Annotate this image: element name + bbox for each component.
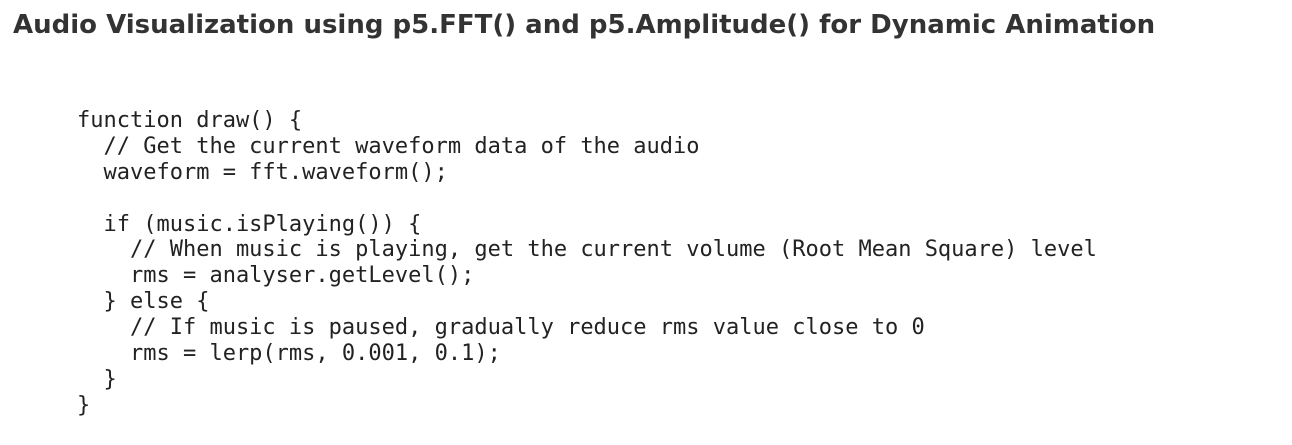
code-line: waveform = fft.waveform(); [77,159,448,185]
code-block: function draw() { // Get the current wav… [77,108,1097,419]
code-line: } else { [77,289,210,315]
code-line: // If music is paused, gradually reduce … [77,315,925,341]
code-line: function draw() { [77,108,303,133]
code-line: // Get the current waveform data of the … [77,133,700,159]
code-line: rms = analyser.getLevel(); [77,263,475,289]
page-title: Audio Visualization using p5.FFT() and p… [13,10,1156,40]
code-line: } [77,392,91,418]
code-line: } [77,366,117,392]
code-line: if (music.isPlaying()) { [77,211,422,237]
code-line: // When music is playing, get the curren… [77,237,1097,263]
code-line: rms = lerp(rms, 0.001, 0.1); [77,341,501,367]
